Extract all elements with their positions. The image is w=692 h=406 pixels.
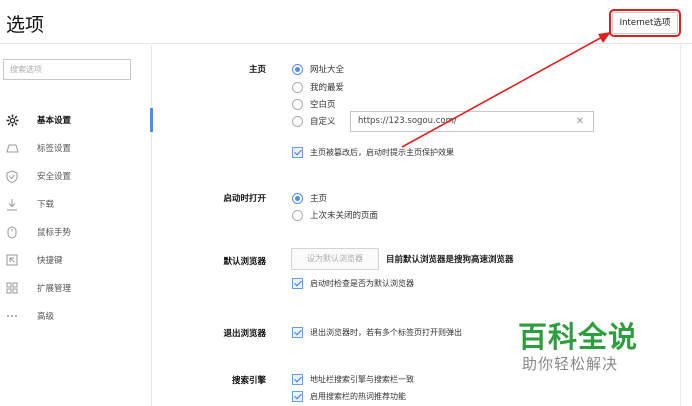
page-title: 选项 [6, 14, 45, 36]
radio-homepage-url-directory[interactable]: 网址大全 [292, 62, 344, 76]
radio-dot [292, 192, 303, 204]
sidebar-item-mouse-gesture[interactable]: 鼠标手势 [0, 220, 152, 244]
radio-startup-last-session[interactable]: 上次未关闭的页面 [292, 208, 378, 222]
sidebar-item-label: 高级 [37, 312, 55, 322]
extension-icon [5, 281, 19, 295]
tab-icon [5, 141, 19, 155]
sidebar-item-shortcuts[interactable]: 快捷键 [0, 248, 152, 272]
clear-icon[interactable]: ✕ [576, 112, 584, 131]
sidebar-item-label: 基本设置 [37, 116, 72, 126]
mouse-icon [5, 225, 19, 239]
active-indicator [150, 108, 153, 132]
checkbox-homepage-protect[interactable]: 主页被篡改后，启动时提示主页保护效果 [292, 145, 454, 159]
sidebar-item-label: 扩展管理 [37, 284, 72, 294]
section-label-search-engine: 搜索引擎 [231, 376, 266, 386]
shield-icon [5, 169, 19, 183]
sidebar-item-basic-settings[interactable]: 基本设置 [0, 108, 153, 132]
checkbox-label: 退出浏览器时，若有多个标签页打开则弹出 [310, 327, 462, 337]
checkbox-box [292, 326, 303, 338]
radio-dot [292, 209, 303, 221]
radio-label: 自定义 [310, 117, 336, 127]
watermark-title: 百科全说 [518, 320, 639, 354]
sidebar-item-tab-settings[interactable]: 标签设置 [0, 136, 152, 160]
sidebar-item-advanced[interactable]: 高级 [0, 304, 152, 328]
checkbox-label: 启动时检查是否为默认浏览器 [310, 278, 414, 288]
checkbox-check-default-on-startup[interactable]: 启动时检查是否为默认浏览器 [292, 276, 414, 290]
set-default-browser-button[interactable]: 设为默认浏览器 [291, 248, 379, 270]
radio-dot [292, 81, 303, 93]
radio-dot [292, 63, 303, 75]
scrollbar-track[interactable] [680, 45, 681, 406]
checkbox-box [292, 373, 303, 385]
watermark: 百科全说 助你轻松解决 [508, 308, 668, 380]
radio-label: 网址大全 [310, 65, 345, 75]
radio-dot [292, 115, 303, 127]
checkbox-exit-confirm[interactable]: 退出浏览器时，若有多个标签页打开则弹出 [292, 325, 497, 339]
radio-label: 空白页 [310, 100, 336, 110]
sidebar-item-label: 标签设置 [37, 144, 72, 154]
radio-label: 上次未关闭的页面 [310, 211, 379, 221]
download-icon [5, 197, 19, 211]
title-bar: 选项 Internet选项 [0, 0, 692, 44]
sidebar-item-label: 安全设置 [37, 172, 72, 182]
default-browser-status: 目前默认浏览器是搜狗高速浏览器 [386, 255, 514, 265]
radio-homepage-favorites[interactable]: 我的最爱 [292, 80, 344, 94]
section-label-default-browser: 默认浏览器 [223, 257, 266, 267]
sidebar: 搜索选项 基本设置 标签设置 安全设置 下载 鼠标手势 快捷键 扩展管理 高级 [0, 45, 153, 406]
custom-homepage-url-input[interactable]: https://123.sogou.com/ ✕ [350, 111, 594, 132]
checkbox-box [292, 277, 303, 289]
internet-options-button[interactable]: Internet选项 [609, 9, 681, 37]
checkbox-box [292, 390, 303, 402]
radio-homepage-custom[interactable]: 自定义 [292, 114, 336, 128]
checkbox-box [292, 146, 303, 158]
section-label-homepage: 主页 [248, 65, 266, 75]
checkbox-hot-words[interactable]: 启用搜索栏的热词推荐功能 [292, 389, 406, 403]
radio-label: 主页 [310, 194, 328, 204]
radio-dot [292, 98, 303, 110]
shortcut-icon [5, 253, 19, 267]
checkbox-label: 启用搜索栏的热词推荐功能 [310, 391, 406, 401]
checkbox-label: 主页被篡改后，启动时提示主页保护效果 [310, 147, 454, 157]
more-icon [5, 309, 19, 323]
sidebar-item-label: 快捷键 [37, 256, 63, 266]
url-value: https://123.sogou.com/ [358, 116, 457, 126]
radio-homepage-blank[interactable]: 空白页 [292, 97, 336, 111]
sidebar-item-security[interactable]: 安全设置 [0, 164, 152, 188]
search-input[interactable]: 搜索选项 [3, 59, 131, 80]
sidebar-item-label: 鼠标手势 [37, 228, 72, 238]
checkbox-search-engine-sync[interactable]: 地址栏搜索引擎与搜索栏一致 [292, 372, 414, 386]
gear-icon [5, 113, 19, 127]
radio-startup-homepage[interactable]: 主页 [292, 191, 327, 205]
watermark-subtitle: 助你轻松解决 [522, 355, 619, 373]
sidebar-item-extensions[interactable]: 扩展管理 [0, 276, 152, 300]
sidebar-item-download[interactable]: 下载 [0, 192, 152, 216]
sidebar-item-label: 下载 [37, 200, 55, 210]
section-label-startup: 启动时打开 [223, 194, 266, 204]
radio-label: 我的最爱 [310, 83, 345, 93]
checkbox-label: 地址栏搜索引擎与搜索栏一致 [310, 374, 414, 384]
section-label-exit: 退出浏览器 [223, 329, 266, 339]
